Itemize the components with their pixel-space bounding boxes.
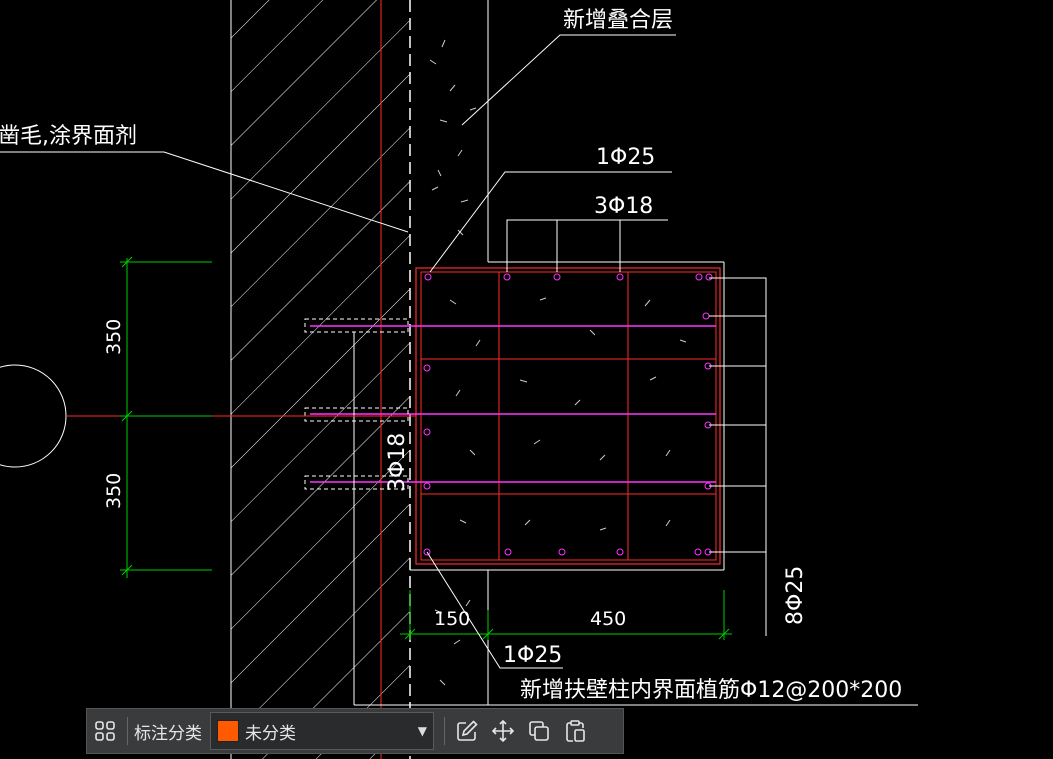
category-label: 标注分类 bbox=[134, 723, 202, 744]
vertical-dimension bbox=[120, 256, 212, 578]
dim-upper-350: 350 bbox=[103, 319, 125, 355]
category-color-swatch bbox=[217, 720, 239, 742]
column-circle bbox=[0, 364, 67, 468]
label-corner-bar-top: 1Φ25 bbox=[596, 145, 655, 170]
paste-button[interactable] bbox=[557, 713, 593, 749]
dim-width-450: 450 bbox=[590, 608, 626, 630]
toolbar-divider bbox=[127, 717, 128, 745]
edit-icon bbox=[457, 720, 478, 741]
move-icon bbox=[491, 719, 515, 743]
concrete-speckle-strip bbox=[429, 39, 477, 686]
existing-wall bbox=[230, 0, 410, 759]
category-select[interactable]: 未分类 ▼ bbox=[210, 712, 434, 750]
label-top-bars: 3Φ18 bbox=[594, 194, 653, 219]
label-corner-bar-bottom: 1Φ25 bbox=[503, 643, 562, 668]
toolbar-divider bbox=[444, 717, 445, 745]
move-button[interactable] bbox=[485, 713, 521, 749]
category-select-value: 未分类 bbox=[245, 723, 296, 744]
edit-button[interactable] bbox=[449, 713, 485, 749]
label-planted-bars: 新增扶壁柱内界面植筋Φ12@200*200 bbox=[520, 678, 902, 703]
copy-button[interactable] bbox=[521, 713, 557, 749]
stirrup-grid bbox=[421, 272, 716, 560]
grid-button[interactable] bbox=[87, 713, 123, 749]
label-overlay-layer: 新增叠合层 bbox=[563, 8, 673, 33]
cad-drawing: 350 350 150 450 新增叠合层 凿毛,涂界面剂 1Φ25 3Φ18 … bbox=[0, 0, 918, 759]
grid-icon bbox=[95, 721, 115, 741]
label-side-bars: 8Φ25 bbox=[783, 566, 808, 625]
label-roughen-note: 凿毛,涂界面剂 bbox=[0, 124, 137, 149]
paste-icon bbox=[566, 720, 585, 742]
label-anchor-bars: 3Φ18 bbox=[385, 433, 410, 492]
annotation-toolbar: 标注分类 未分类 ▼ bbox=[86, 708, 624, 754]
chevron-down-icon: ▼ bbox=[417, 724, 427, 738]
copy-icon bbox=[529, 721, 549, 741]
dim-lower-350: 350 bbox=[103, 473, 125, 509]
